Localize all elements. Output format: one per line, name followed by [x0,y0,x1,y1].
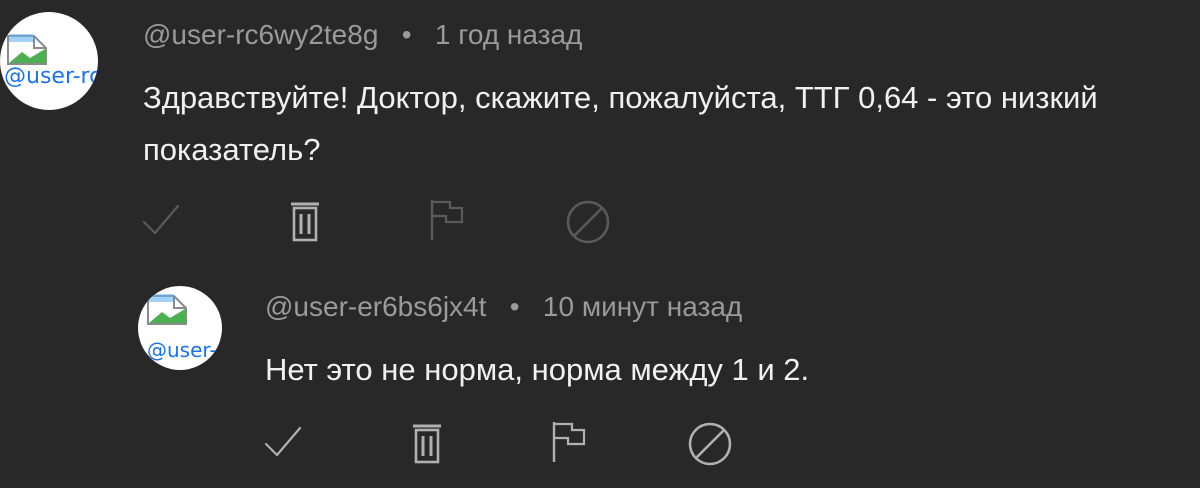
meta-separator: • [509,291,520,322]
comment-text: Нет это не норма, норма между 1 и 2. [265,344,809,396]
check-icon[interactable] [262,424,304,460]
comment-timestamp[interactable]: 10 минут назад [543,291,742,322]
avatar-alt-text: @user-rc6wy2te8g [4,64,98,89]
check-icon[interactable] [140,202,182,238]
block-icon[interactable] [686,420,734,468]
comment-meta: @user-rc6wy2te8g • 1 год назад [143,18,582,52]
block-icon[interactable] [564,198,612,246]
comment-actions [262,418,762,468]
trash-icon[interactable] [288,200,322,242]
avatar[interactable]: @user-er6bs6jx4t [138,286,222,370]
comment-item: @user-rc6wy2te8g @user-rc6wy2te8g • 1 го… [0,0,1200,260]
comment-text: Здравствуйте! Доктор, скажите, пожалуйст… [143,72,1098,176]
author-name[interactable]: @user-rc6wy2te8g [143,19,378,50]
comment-timestamp[interactable]: 1 год назад [435,19,583,50]
avatar[interactable]: @user-rc6wy2te8g [0,12,98,110]
broken-image-icon [147,294,187,325]
broken-image-icon [7,34,47,65]
author-name[interactable]: @user-er6bs6jx4t [265,291,486,322]
comment-text-line: Здравствуйте! Доктор, скажите, пожалуйст… [143,80,1098,115]
comment-actions [140,196,640,246]
comment-meta: @user-er6bs6jx4t • 10 минут назад [265,290,742,324]
reply-item: @user-er6bs6jx4t @user-er6bs6jx4t • 10 м… [0,280,1200,488]
comment-text-line: Нет это не норма, норма между 1 и 2. [265,352,810,387]
flag-icon[interactable] [428,198,468,242]
trash-icon[interactable] [410,422,444,464]
flag-icon[interactable] [550,420,590,464]
comment-text-line: показатель? [143,132,321,167]
avatar-alt-text: @user-er6bs6jx4t [147,338,222,362]
meta-separator: • [401,19,412,50]
